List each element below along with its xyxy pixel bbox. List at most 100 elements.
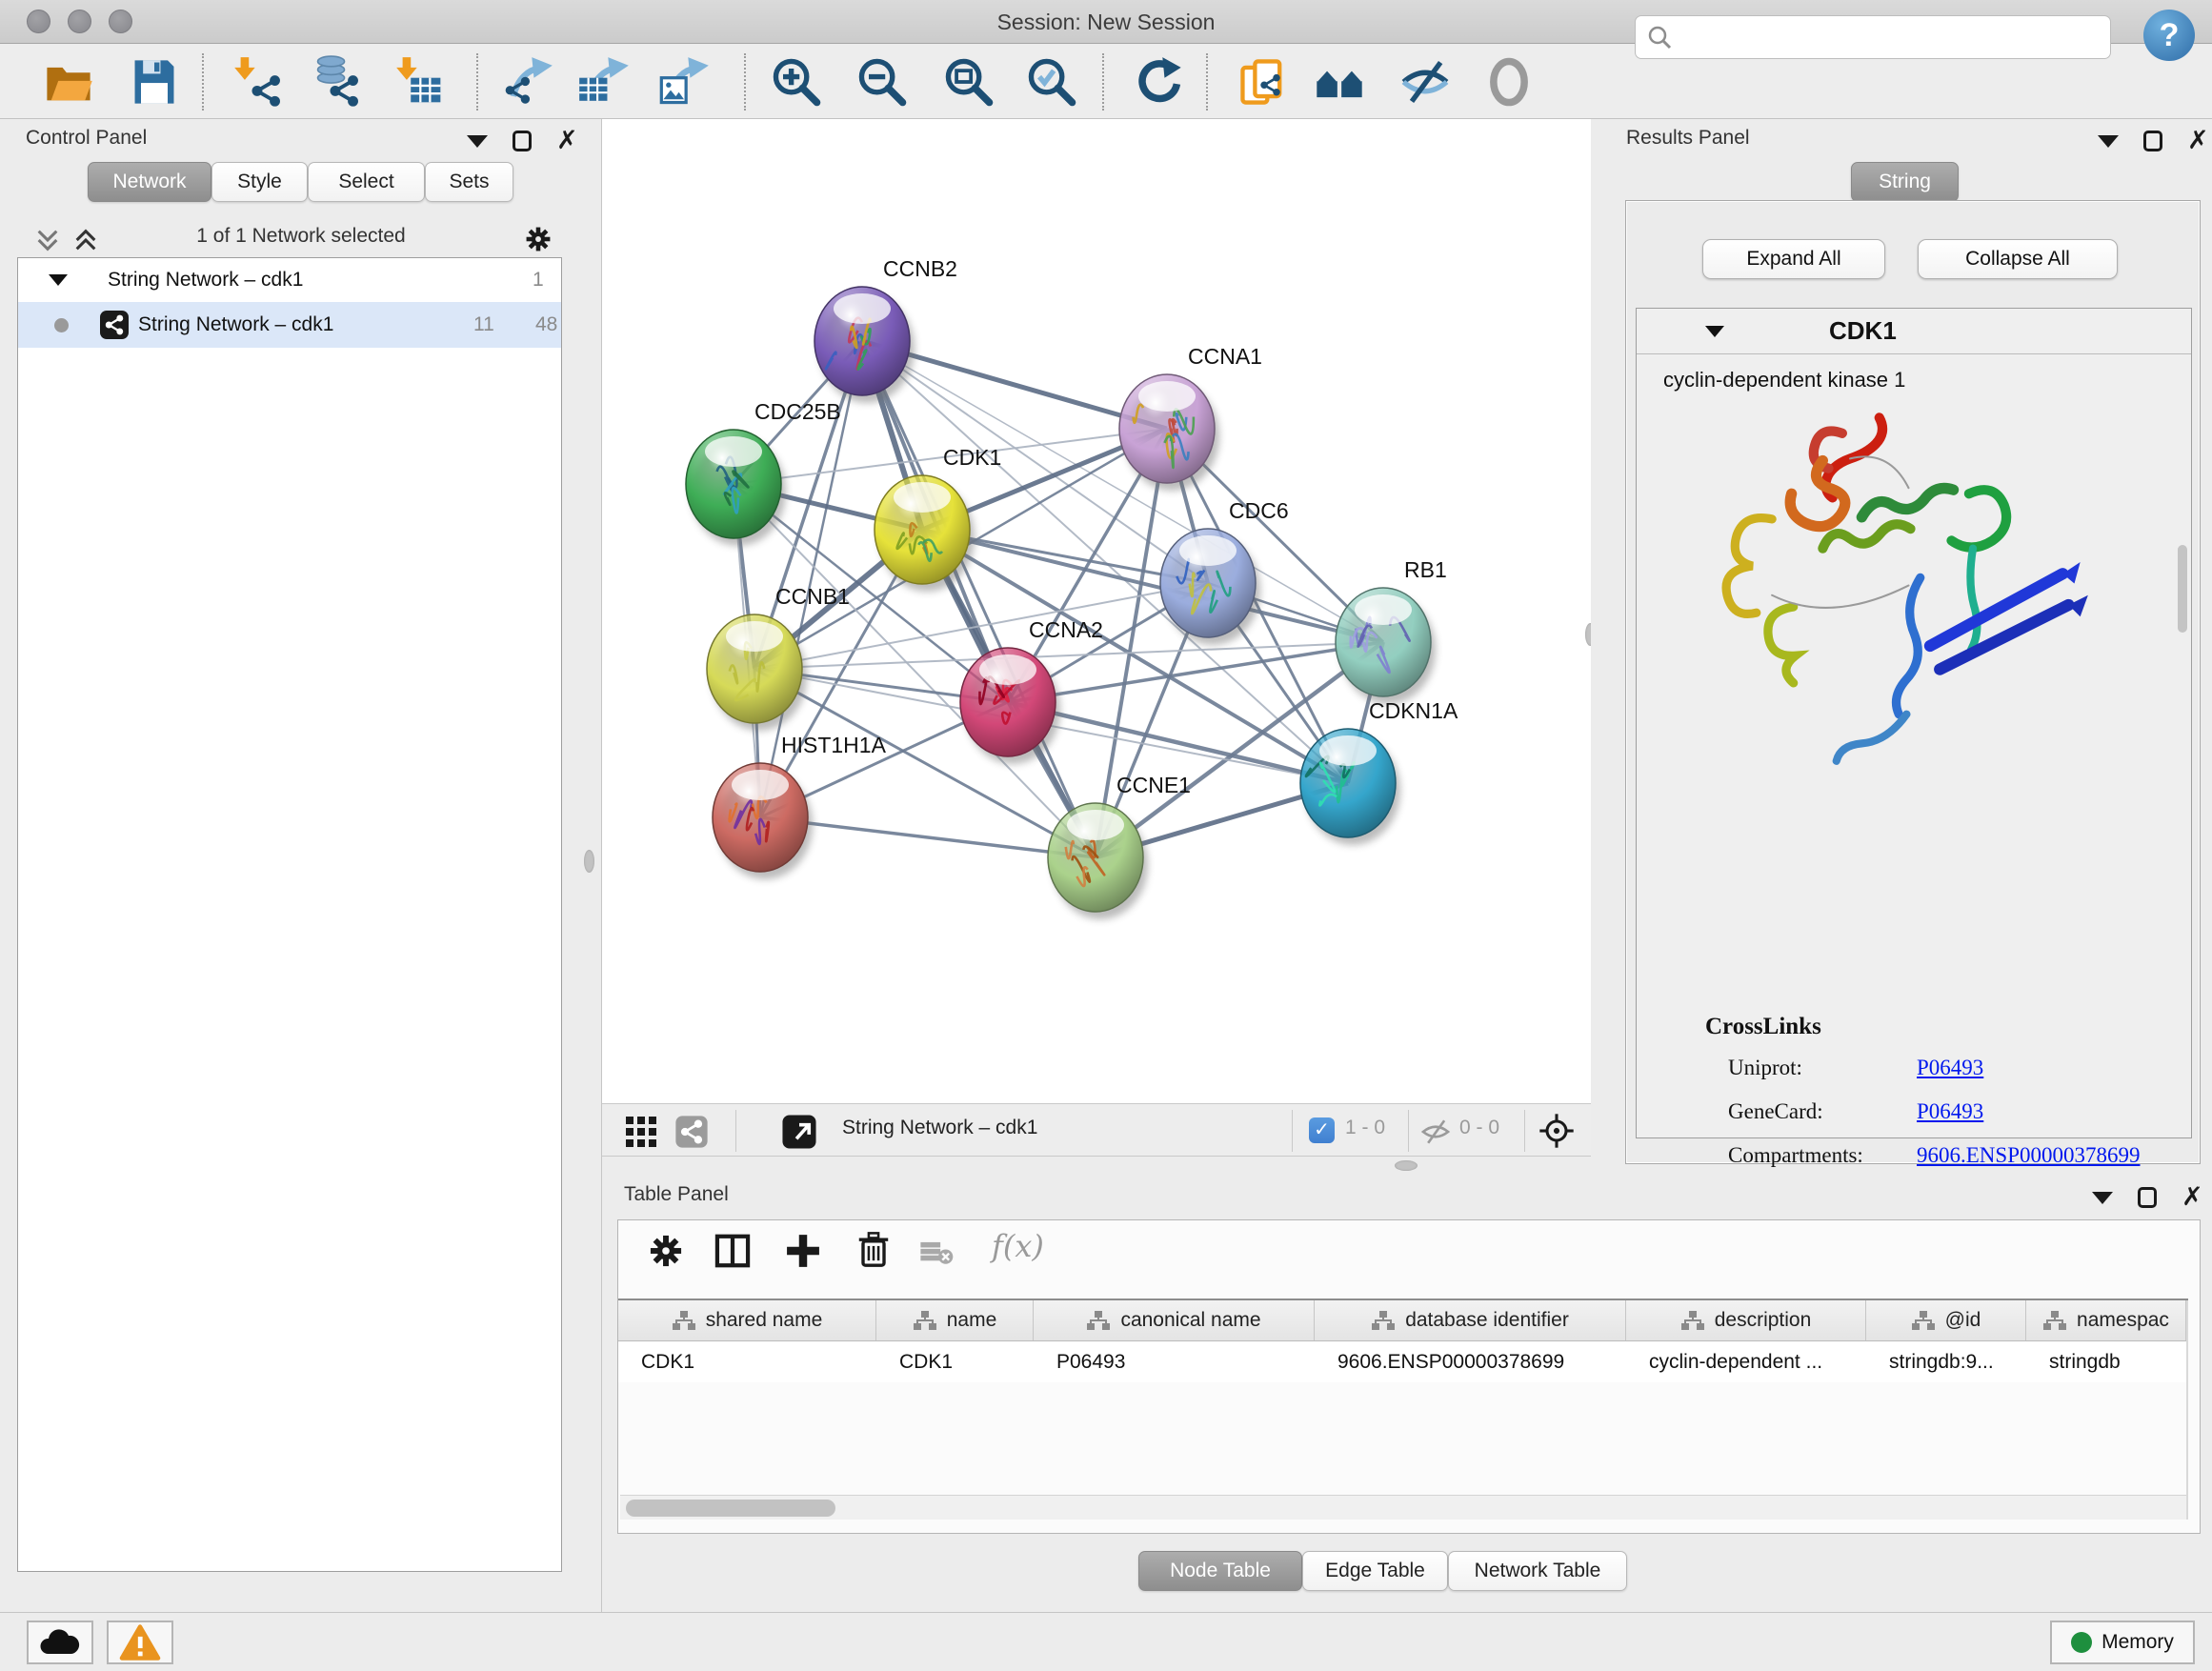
node-table: f(x) shared name name canonical name dat… <box>617 1219 2201 1534</box>
column-header-shared-name[interactable]: shared name <box>618 1300 876 1340</box>
network-row-selected[interactable]: String Network – cdk1 11 48 <box>18 302 561 348</box>
results-panel-menu-icon[interactable] <box>2098 135 2119 148</box>
search-icon <box>1645 23 1674 51</box>
apply-preferred-layout-icon[interactable] <box>1132 55 1185 109</box>
hide-selected-icon[interactable] <box>1398 55 1452 109</box>
table-cell[interactable]: stringdb:9... <box>1866 1342 2026 1382</box>
memory-button[interactable]: Memory <box>2050 1621 2195 1664</box>
crosslink-link[interactable]: P06493 <box>1917 1056 1983 1080</box>
clone-network-icon[interactable] <box>1237 55 1290 109</box>
network-node-count: 11 <box>473 313 494 336</box>
save-session-icon[interactable] <box>128 55 181 109</box>
import-table-file-icon[interactable] <box>394 55 448 109</box>
open-session-icon[interactable] <box>42 55 95 109</box>
node-HIST1H1A[interactable]: HIST1H1A <box>713 733 887 879</box>
toolbar-separator <box>744 53 746 111</box>
birdseye-crosshair-icon[interactable] <box>1538 1112 1576 1150</box>
column-header--id[interactable]: @id <box>1866 1300 2026 1340</box>
results-panel-close-icon[interactable]: ✗ <box>2187 131 2209 151</box>
table-cell[interactable]: CDK1 <box>876 1342 1034 1382</box>
column-header-label: canonical name <box>1120 1309 1260 1332</box>
column-header-name[interactable]: name <box>876 1300 1034 1340</box>
tab-string[interactable]: String <box>1851 162 1959 202</box>
node-label-CCNA1: CCNA1 <box>1188 344 1262 369</box>
table-options-gear-icon[interactable] <box>645 1230 687 1272</box>
tab-select[interactable]: Select <box>308 162 425 202</box>
table-cell[interactable]: P06493 <box>1034 1342 1315 1382</box>
tab-network[interactable]: Network <box>88 162 211 202</box>
search-box[interactable] <box>1635 15 2111 59</box>
selected-indicator-checkbox[interactable]: ✓ <box>1309 1117 1335 1143</box>
table-row[interactable]: CDK1CDK1P064939606.ENSP00000378699cyclin… <box>618 1342 2188 1382</box>
table-hscrollbar[interactable] <box>620 1495 2186 1520</box>
zoom-in-icon[interactable] <box>770 55 823 109</box>
table-panel-close-icon[interactable]: ✗ <box>2182 1187 2203 1208</box>
expand-all-button[interactable]: Expand All <box>1702 239 1885 279</box>
first-neighbors-icon[interactable] <box>1313 55 1366 109</box>
protein-header-row[interactable]: CDK1 <box>1637 309 2191 354</box>
table-panel-float-icon[interactable] <box>2138 1187 2157 1208</box>
network-collection-row[interactable]: String Network – cdk1 1 <box>18 258 561 302</box>
table-cell[interactable]: stringdb <box>2026 1342 2186 1382</box>
table-vscrollbar <box>2186 1300 2188 1520</box>
column-header-description[interactable]: description <box>1626 1300 1866 1340</box>
search-input[interactable] <box>1674 18 2110 56</box>
control-panel-close-icon[interactable]: ✗ <box>556 131 578 151</box>
tab-sets[interactable]: Sets <box>425 162 513 202</box>
control-panel-menu-icon[interactable] <box>467 135 488 148</box>
network-share-icon[interactable] <box>674 1115 709 1149</box>
zoom-selected-icon[interactable] <box>1025 55 1078 109</box>
toolbar-separator <box>476 53 478 111</box>
import-network-file-icon[interactable] <box>232 55 286 109</box>
node-CDK1[interactable]: CDK1 <box>875 445 1001 592</box>
tab-node-table[interactable]: Node Table <box>1138 1551 1302 1591</box>
show-all-icon[interactable] <box>1482 55 1536 109</box>
control-panel-float-icon[interactable] <box>513 131 532 151</box>
birdseye-grid-icon[interactable] <box>625 1116 657 1148</box>
network-options-gear-icon[interactable] <box>522 223 554 255</box>
show-columns-icon[interactable] <box>712 1230 754 1272</box>
column-header-namespac[interactable]: namespac <box>2026 1300 2186 1340</box>
export-view-icon[interactable] <box>781 1114 817 1150</box>
protein-twisty-icon[interactable] <box>1705 326 1724 337</box>
zoom-fit-content-icon[interactable] <box>942 55 995 109</box>
selected-node-edge-count: 1 - 0 <box>1345 1117 1385 1139</box>
export-network-icon[interactable] <box>501 55 554 109</box>
cloud-button[interactable] <box>27 1621 93 1664</box>
node-CCNE1[interactable]: CCNE1 <box>1048 773 1191 919</box>
tab-network-table[interactable]: Network Table <box>1448 1551 1627 1591</box>
left-splitter-handle[interactable] <box>584 850 594 873</box>
zoom-out-icon[interactable] <box>855 55 909 109</box>
table-panel-menu-icon[interactable] <box>2092 1192 2113 1204</box>
add-column-icon[interactable] <box>782 1230 824 1272</box>
column-header-database-identifier[interactable]: database identifier <box>1315 1300 1626 1340</box>
help-icon[interactable]: ? <box>2143 10 2195 61</box>
collection-twisty-icon[interactable] <box>49 274 68 286</box>
table-hscrollbar-thumb[interactable] <box>626 1500 835 1517</box>
import-network-database-icon[interactable] <box>311 55 364 109</box>
node-CDKN1A[interactable]: CDKN1A <box>1300 698 1458 845</box>
results-scrollbar-thumb[interactable] <box>2178 545 2187 633</box>
warnings-button[interactable] <box>107 1621 173 1664</box>
column-header-canonical-name[interactable]: canonical name <box>1034 1300 1315 1340</box>
node-CCNA1[interactable]: CCNA1 <box>1119 344 1262 491</box>
node-RB1[interactable]: RB1 <box>1336 557 1447 704</box>
tab-style[interactable]: Style <box>211 162 308 202</box>
collapse-all-button[interactable]: Collapse All <box>1918 239 2118 279</box>
crosslink-link[interactable]: P06493 <box>1917 1099 1983 1124</box>
node-CDC6[interactable]: CDC6 <box>1160 498 1289 645</box>
export-image-icon[interactable] <box>657 55 711 109</box>
table-cell[interactable]: CDK1 <box>618 1342 876 1382</box>
node-CCNB2[interactable]: CCNB2 <box>814 256 957 403</box>
table-cell[interactable]: 9606.ENSP00000378699 <box>1315 1342 1626 1382</box>
delete-column-icon[interactable] <box>853 1230 895 1272</box>
crosslink-link[interactable]: 9606.ENSP00000378699 <box>1917 1143 2141 1168</box>
export-table-icon[interactable] <box>577 55 631 109</box>
tab-edge-table[interactable]: Edge Table <box>1302 1551 1448 1591</box>
edge-CCNB2-CCNE1[interactable] <box>862 341 1096 857</box>
network-canvas[interactable]: CCNB2 CCNA1 CDC25B CDK1 CDC6 <box>602 119 1591 1103</box>
collection-label: String Network – cdk1 <box>108 269 303 292</box>
table-cell[interactable]: cyclin-dependent ... <box>1626 1342 1866 1382</box>
bottom-splitter-handle[interactable] <box>1395 1160 1418 1171</box>
results-panel-float-icon[interactable] <box>2143 131 2162 151</box>
